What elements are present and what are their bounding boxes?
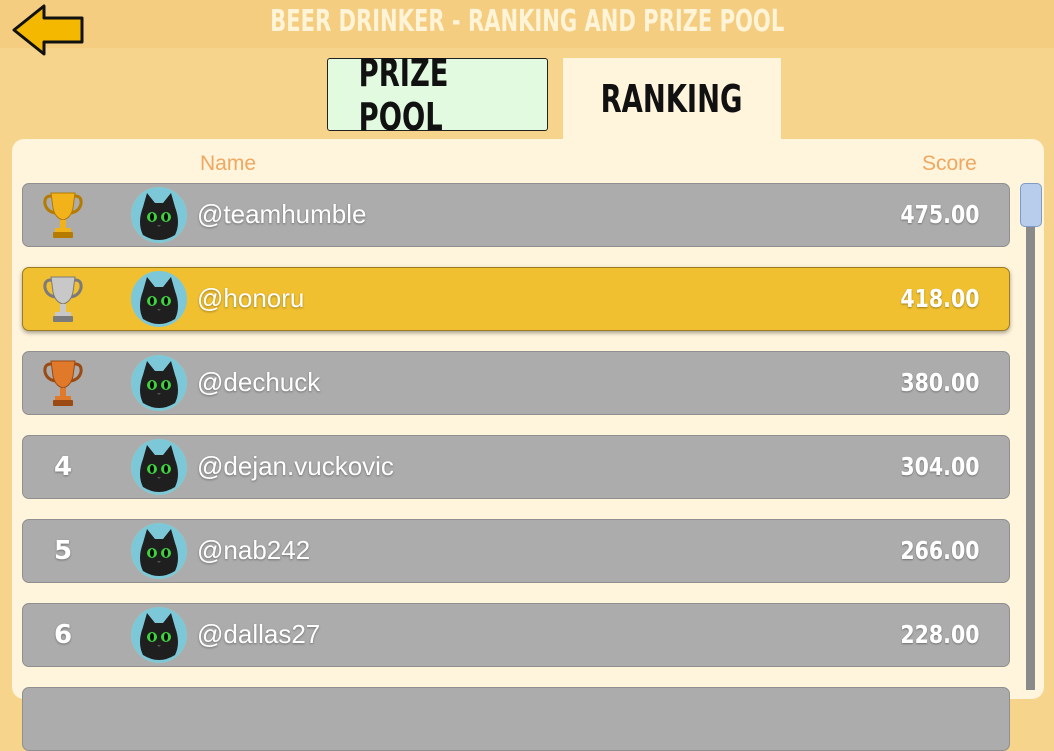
rank-cell: 5 (23, 520, 103, 582)
player-username: @dechuck (197, 367, 321, 397)
scrollbar-thumb[interactable] (1020, 183, 1042, 227)
rank-number: 4 (53, 452, 73, 482)
player-username: @nab242 (197, 535, 311, 565)
back-button[interactable] (10, 3, 86, 57)
tab-ranking[interactable]: RANKING (563, 58, 781, 140)
avatar-cat-icon (131, 607, 187, 663)
bronze-trophy-icon (23, 352, 103, 414)
player-score: 228.00 (899, 620, 979, 649)
silver-trophy-icon (23, 268, 103, 330)
player-score: 266.00 (899, 536, 979, 565)
ranking-row[interactable]: 5 @nab242 266.00 (22, 519, 1010, 583)
rank-number: 6 (53, 620, 73, 650)
ranking-row[interactable] (22, 687, 1010, 751)
rank-number: 5 (53, 536, 73, 566)
player-username: @honoru (197, 283, 305, 313)
player-username: @dejan.vuckovic (197, 451, 394, 481)
scrollbar-track[interactable] (1026, 186, 1035, 690)
ranking-row[interactable]: 6 @dallas27 228.00 (22, 603, 1010, 667)
ranking-row[interactable]: @dechuck 380.00 (22, 351, 1010, 415)
rank-cell: 4 (23, 436, 103, 498)
player-username: @dallas27 (197, 619, 321, 649)
back-arrow-icon (12, 4, 84, 56)
player-score: 304.00 (899, 452, 979, 481)
player-score: 418.00 (899, 284, 979, 313)
ranking-row[interactable]: 4 @dejan.vuckovic 304.00 (22, 435, 1010, 499)
tab-prize-pool-label: PRIZE POOL (358, 50, 449, 139)
avatar-cat-icon (131, 271, 187, 327)
player-username: @teamhumble (197, 199, 367, 229)
gold-trophy-icon (23, 184, 103, 246)
ranking-row[interactable]: @teamhumble 475.00 (22, 183, 1010, 247)
avatar-cat-icon (131, 187, 187, 243)
column-header-score: Score (922, 152, 977, 175)
tab-ranking-label: RANKING (601, 77, 743, 121)
avatar-cat-icon (131, 355, 187, 411)
avatar-cat-icon (131, 523, 187, 579)
avatar-cat-icon (131, 439, 187, 495)
rank-cell: 6 (23, 604, 103, 666)
player-score: 380.00 (899, 368, 979, 397)
page-title: BEER DRINKER - RANKING AND PRIZE POOL (270, 4, 785, 39)
column-header-name: Name (200, 152, 257, 175)
ranking-row[interactable]: @honoru 418.00 (22, 267, 1010, 331)
tab-prize-pool[interactable]: PRIZE POOL (327, 51, 548, 139)
player-score: 475.00 (899, 200, 979, 229)
